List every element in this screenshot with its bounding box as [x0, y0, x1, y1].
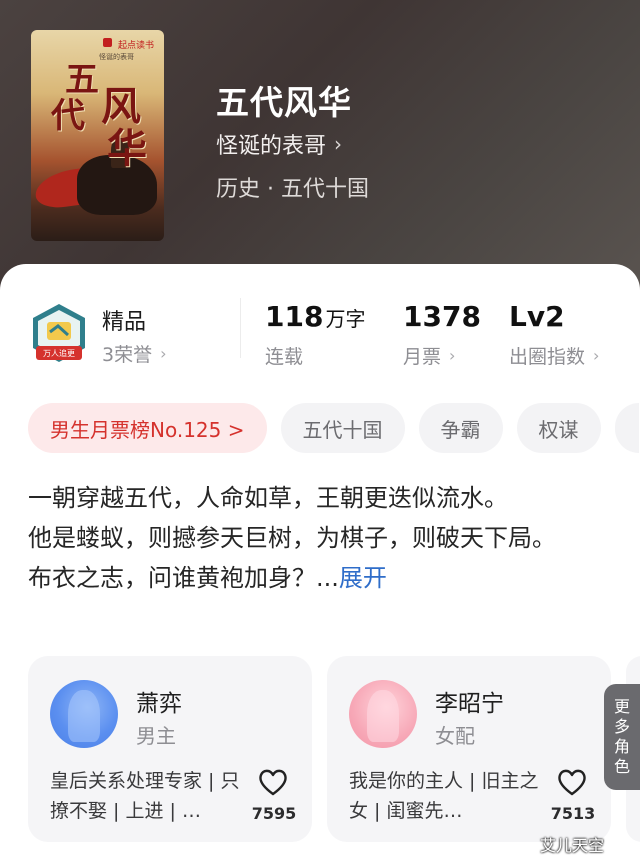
breakout-index-link[interactable]: 出圈指数 › [509, 342, 599, 369]
book-title: 五代风华 [216, 83, 352, 122]
cover-title-char: 代 [51, 96, 85, 136]
more-roles-char: 更 [613, 697, 630, 716]
like-count: 7513 [550, 804, 596, 823]
chevron-right-icon: › [593, 346, 600, 365]
word-count-value: 118 [265, 300, 324, 333]
book-cover[interactable]: 起点读书 怪诞的表哥 五 代 风 华 [31, 30, 164, 241]
honors-link[interactable]: 3荣誉 › [102, 340, 167, 367]
badge-text: 万人追更 [43, 348, 75, 358]
book-description: 一朝穿越五代，人命如草，王朝更迭似流水。 他是蝼蚁，则撼参天巨树，为棋子，则破天… [28, 478, 588, 598]
more-roles-char: 角 [613, 737, 630, 756]
breakout-index-label: 出圈指数 [509, 346, 586, 368]
tag-row: 男生月票榜No.125 > 五代十国 争霸 权谋 [28, 403, 639, 453]
author-link[interactable]: 怪诞的表哥 › [216, 128, 342, 160]
avatar-silhouette [367, 690, 399, 742]
avatar [50, 680, 118, 748]
monthly-votes-label: 月票 [403, 346, 442, 368]
description-line-last: 布衣之志，问谁黄袍加身？...展开 [28, 558, 588, 598]
monthly-votes-link[interactable]: 月票 › [403, 342, 455, 369]
book-genre: 历史 · 五代十国 [216, 177, 369, 202]
chevron-right-icon: › [160, 344, 167, 363]
quality-badge-icon[interactable]: 万人追更 [30, 302, 88, 366]
heart-icon[interactable] [557, 768, 587, 796]
cover-author: 怪诞的表哥 [99, 53, 134, 61]
more-roles-char: 色 [613, 757, 630, 776]
more-roles-button[interactable]: 更 多 角 色 [604, 684, 640, 790]
monthly-votes-value: 1378 [403, 300, 481, 333]
word-count-unit: 万字 [325, 307, 366, 331]
cover-brand: 起点读书 [117, 41, 154, 51]
character-desc: 我是你的主人 | 旧主之女 | 闺蜜先… [349, 770, 539, 822]
stats-divider [240, 298, 241, 358]
author-name: 怪诞的表哥 [216, 134, 327, 159]
tag-wudai[interactable]: 五代十国 [280, 403, 405, 453]
tag-quanmou[interactable]: 权谋 [516, 403, 601, 453]
character-card[interactable]: 萧弈 男主 皇后关系处理专家 | 只撩不娶 | 上进 | … 7595 [28, 656, 312, 842]
serial-status: 连载 [265, 342, 303, 369]
tag-zhengba[interactable]: 争霸 [418, 403, 503, 453]
character-role: 女配 [435, 724, 475, 748]
qidian-logo-icon [103, 38, 112, 47]
chevron-right-icon: › [449, 346, 456, 365]
honors-count: 3荣誉 [102, 344, 153, 366]
serial-status-label: 连载 [265, 346, 304, 368]
avatar-silhouette [68, 690, 100, 742]
word-count: 118 万字 [265, 300, 365, 333]
more-roles-char: 多 [613, 717, 630, 736]
chevron-right-icon: › [334, 132, 343, 156]
character-role: 男主 [136, 724, 176, 748]
heart-icon[interactable] [258, 768, 288, 796]
quality-label: 精品 [102, 310, 147, 335]
like-count: 7595 [251, 804, 297, 823]
description-line: 一朝穿越五代，人命如草，王朝更迭似流水。 [28, 484, 508, 512]
breakout-level: Lv2 [509, 300, 565, 333]
character-name: 李昭宁 [435, 691, 504, 717]
tag-overflow[interactable] [614, 403, 639, 453]
expand-link[interactable]: 展开 [339, 564, 387, 592]
character-desc: 皇后关系处理专家 | 只撩不娶 | 上进 | … [50, 770, 240, 822]
description-line: 布衣之志，问谁黄袍加身？... [28, 564, 339, 592]
description-line: 他是蝼蚁，则撼参天巨树，为棋子，则破天下局。 [28, 524, 556, 552]
character-name: 萧弈 [136, 691, 182, 717]
rank-tag[interactable]: 男生月票榜No.125 > [28, 403, 267, 453]
watermark: 艾儿天空 [540, 836, 605, 855]
cover-title-char: 华 [107, 125, 147, 172]
character-card[interactable]: 李昭宁 女配 我是你的主人 | 旧主之女 | 闺蜜先… 7513 [327, 656, 611, 842]
avatar [349, 680, 417, 748]
